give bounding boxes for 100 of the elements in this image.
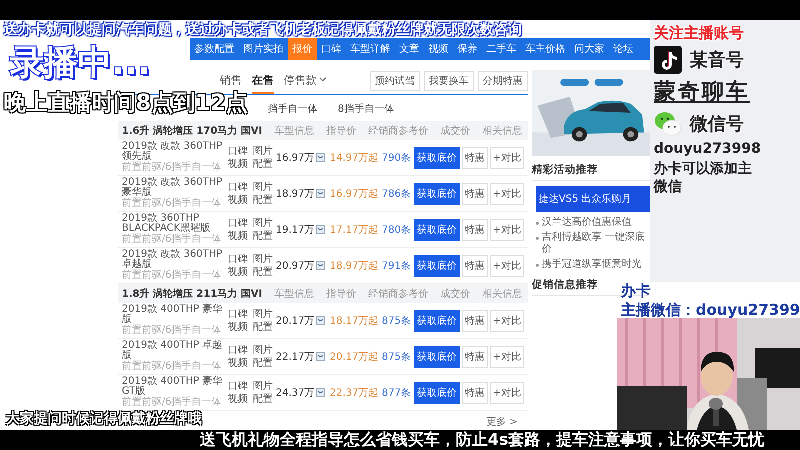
info-link[interactable]: 图片 <box>253 146 274 156</box>
row-button[interactable]: +对比 <box>490 382 524 404</box>
info-link[interactable]: 图片 <box>253 218 274 228</box>
nav-tab[interactable]: 参数配置 <box>190 38 239 60</box>
row-button[interactable]: +对比 <box>490 310 524 332</box>
action-button[interactable]: 我要换车 <box>424 71 474 91</box>
info-link[interactable]: 口碑 <box>228 254 249 264</box>
info-link[interactable]: 配置 <box>253 266 274 278</box>
dealer-price: 18.97万起 <box>330 260 380 272</box>
model-name[interactable]: 2019款 360THP BLACKPACK黑曜版 <box>122 214 226 235</box>
deal-count[interactable]: 780条 <box>382 222 412 236</box>
row-button[interactable]: +对比 <box>490 182 524 204</box>
column-header: 车型信息 <box>274 288 314 300</box>
deal-count[interactable]: 875条 <box>382 314 412 328</box>
row-button[interactable]: 特惠 <box>462 346 488 368</box>
activity-link[interactable]: 携手冠道纵享惬意时光 <box>542 259 642 271</box>
row-button[interactable]: +对比 <box>490 346 524 368</box>
column-header: 车型信息 <box>274 124 314 138</box>
quote-button[interactable]: 获取底价 <box>414 254 460 276</box>
nav-tab[interactable]: 视频 <box>424 38 453 60</box>
info-link[interactable]: 图片 <box>253 344 274 356</box>
quote-button[interactable]: 获取底价 <box>414 182 460 204</box>
activity-link[interactable]: 汉兰达高价值惠保值 <box>542 217 632 229</box>
transmission-filter[interactable]: 8挡手自一体 <box>338 102 394 116</box>
quote-button[interactable]: 获取底价 <box>414 310 460 332</box>
info-link[interactable]: 图片 <box>253 182 274 192</box>
info-link[interactable]: 视频 <box>228 194 249 206</box>
transmission-filter[interactable]: 挡手自一体 <box>268 102 318 116</box>
column-header: 成交价 <box>440 288 470 300</box>
deal-count[interactable]: 791条 <box>382 258 412 272</box>
info-link[interactable]: 视频 <box>228 394 249 404</box>
more-link[interactable]: 更多 > <box>486 415 518 429</box>
row-button[interactable]: +对比 <box>490 146 524 168</box>
guide-price: 20.17万 <box>276 314 328 328</box>
nav-tab[interactable]: 保养 <box>453 38 482 60</box>
model-name[interactable]: 2019款 400THP 豪华GT版 <box>122 376 226 398</box>
model-name[interactable]: 2019款 改款 360THP 豪华版 <box>122 178 226 199</box>
info-link[interactable]: 口碑 <box>228 146 249 156</box>
info-link[interactable]: 口碑 <box>228 182 249 192</box>
info-link[interactable]: 视频 <box>228 358 249 368</box>
nav-tab[interactable]: 图片实拍 <box>239 38 288 60</box>
action-button[interactable]: 预约试驾 <box>370 71 420 91</box>
info-link[interactable]: 视频 <box>228 230 249 242</box>
info-link[interactable]: 口碑 <box>228 218 249 228</box>
info-link[interactable]: 视频 <box>228 158 249 170</box>
info-link[interactable]: 口碑 <box>228 308 249 320</box>
nav-tab[interactable]: 车型详解 <box>346 38 395 60</box>
quote-button[interactable]: 获取底价 <box>414 382 460 404</box>
row-button[interactable]: +对比 <box>490 218 524 240</box>
row-button[interactable]: 特惠 <box>462 310 488 332</box>
sale-tab[interactable]: 在售 <box>252 68 274 94</box>
nav-tab[interactable]: 文章 <box>395 38 424 60</box>
row-button[interactable]: 特惠 <box>462 182 488 204</box>
row-button[interactable]: 特惠 <box>462 254 488 276</box>
model-name[interactable]: 2019款 改款 360THP 领先版 <box>122 142 226 163</box>
info-link[interactable]: 口碑 <box>228 380 249 392</box>
bullet-icon <box>536 264 539 267</box>
account-label: 微信号 <box>690 113 744 136</box>
activity-banner[interactable]: 捷达VS5 出众乐购月 <box>536 186 650 212</box>
info-link[interactable]: 视频 <box>228 266 249 278</box>
quote-button[interactable]: 获取底价 <box>414 146 460 168</box>
quote-button[interactable]: 获取底价 <box>414 218 460 240</box>
row-button[interactable]: 特惠 <box>462 146 488 168</box>
bullet-icon <box>536 237 539 240</box>
action-button[interactable]: 分期特惠 <box>478 71 528 91</box>
model-name[interactable]: 2019款 改款 360THP 卓越版 <box>122 250 226 271</box>
info-link[interactable]: 配置 <box>253 194 274 206</box>
nav-tab[interactable]: 口碑 <box>317 38 346 60</box>
dealer-price: 20.17万起 <box>330 350 380 364</box>
info-link[interactable]: 配置 <box>253 230 274 242</box>
sale-tab[interactable]: 停售款 <box>284 68 327 94</box>
activity-link[interactable]: 吉利博越欧享 一键深底价 <box>542 232 650 256</box>
nav-tab[interactable]: 车主价格 <box>521 38 570 60</box>
nav-tab[interactable]: 论坛 <box>609 38 638 60</box>
column-header: 经销商参考价 <box>368 288 428 300</box>
deal-count[interactable]: 786条 <box>382 186 412 200</box>
schedule-text: 晚上直播时间8点到12点 <box>4 89 248 118</box>
info-link[interactable]: 图片 <box>253 254 274 264</box>
account-label: 某音号 <box>690 49 744 72</box>
nav-tab[interactable]: 二手车 <box>482 38 521 60</box>
deal-count[interactable]: 877条 <box>382 386 412 400</box>
row-button[interactable]: 特惠 <box>462 382 488 404</box>
info-link[interactable]: 口碑 <box>228 344 249 356</box>
deal-count[interactable]: 790条 <box>382 150 412 164</box>
dealer-price: 18.17万起 <box>330 314 380 328</box>
info-link[interactable]: 配置 <box>253 322 274 332</box>
info-link[interactable]: 视频 <box>228 322 249 332</box>
info-link[interactable]: 配置 <box>253 358 274 368</box>
row-button[interactable]: +对比 <box>490 254 524 276</box>
info-link[interactable]: 图片 <box>253 380 274 392</box>
row-button[interactable]: 特惠 <box>462 218 488 240</box>
info-link[interactable]: 配置 <box>253 158 274 170</box>
deal-count[interactable]: 875条 <box>382 350 412 364</box>
info-link[interactable]: 配置 <box>253 394 274 404</box>
model-name[interactable]: 2019款 400THP 豪华版 <box>122 304 226 326</box>
info-link[interactable]: 图片 <box>253 308 274 320</box>
model-name[interactable]: 2019款 400THP 卓越版 <box>122 340 226 362</box>
nav-tab[interactable]: 问大家 <box>570 38 609 60</box>
quote-button[interactable]: 获取底价 <box>414 346 460 368</box>
follow-title: 关注主播账号 <box>654 24 745 43</box>
